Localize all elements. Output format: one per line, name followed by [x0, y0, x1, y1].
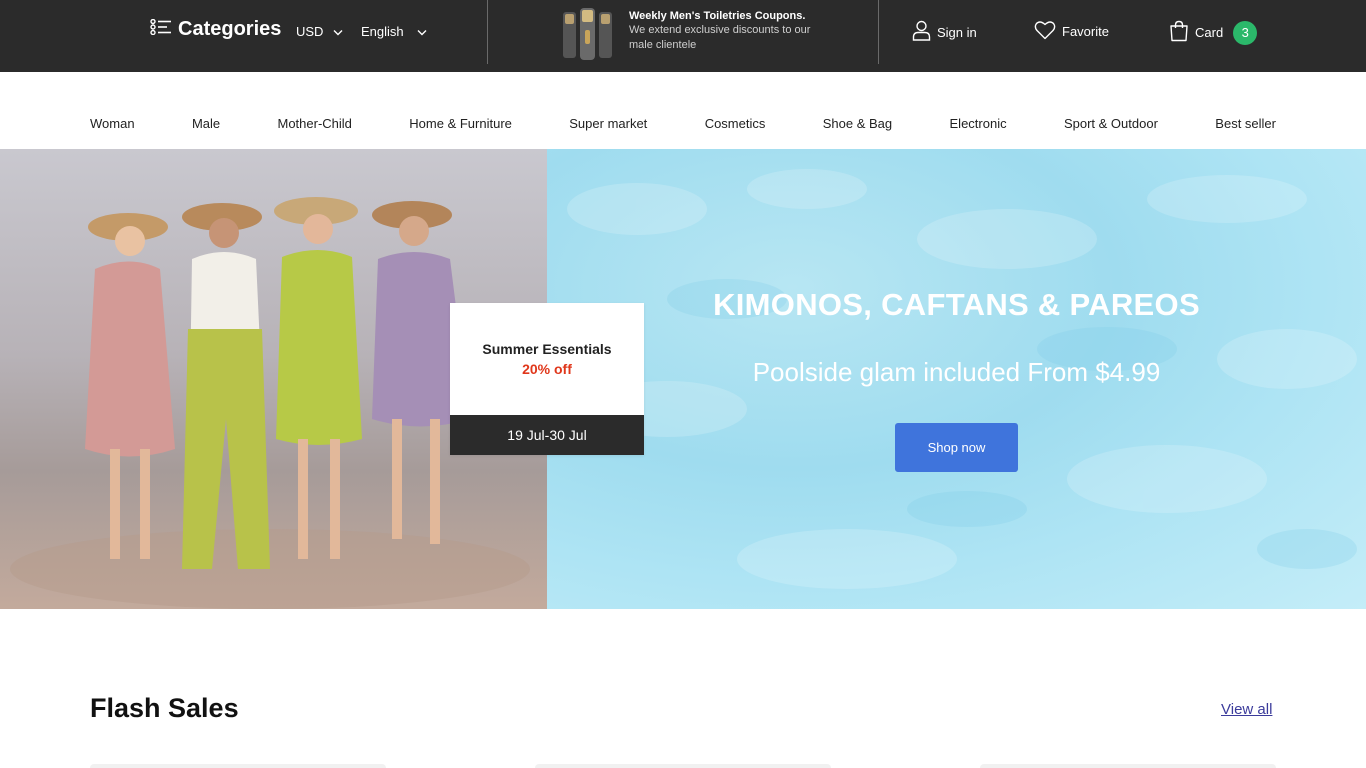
nav-item-best-seller[interactable]: Best seller: [1215, 116, 1276, 131]
cart-count-badge: 3: [1233, 20, 1258, 45]
chevron-down-icon: [417, 24, 427, 39]
favorite-label: Favorite: [1062, 24, 1109, 39]
sign-in-button[interactable]: Sign in: [912, 20, 977, 44]
divider: [878, 0, 879, 64]
nav-item-home-furniture[interactable]: Home & Furniture: [409, 116, 512, 131]
nav-item-super-market[interactable]: Super market: [569, 116, 647, 131]
categories-icon: [150, 18, 172, 40]
divider: [487, 0, 488, 64]
card-dates: 19 Jul-30 Jul: [450, 415, 644, 455]
user-icon: [912, 20, 931, 44]
language-value: English: [361, 24, 404, 39]
nav-item-electronic[interactable]: Electronic: [950, 116, 1007, 131]
promo-text: We extend exclusive discounts to our mal…: [629, 24, 811, 51]
categories-label: Categories: [178, 18, 282, 40]
nav-item-woman[interactable]: Woman: [90, 116, 135, 131]
cart-label: Card: [1195, 25, 1224, 40]
product-card[interactable]: [535, 764, 831, 768]
chevron-down-icon: [333, 24, 343, 39]
product-card[interactable]: [980, 764, 1276, 768]
category-nav: Woman Male Mother-Child Home & Furniture…: [90, 116, 1276, 131]
nav-item-cosmetics[interactable]: Cosmetics: [705, 116, 766, 131]
nav-item-sport-outdoor[interactable]: Sport & Outdoor: [1064, 116, 1158, 131]
top-bar: Categories USD English Weekly Men's Toil…: [0, 0, 1366, 72]
promo-banner[interactable]: Weekly Men's Toiletries Coupons. We exte…: [560, 6, 814, 62]
card-title: Summer Essentials: [482, 341, 612, 357]
nav-item-shoe-bag[interactable]: Shoe & Bag: [823, 116, 892, 131]
currency-select[interactable]: USD: [296, 24, 343, 39]
nav-item-male[interactable]: Male: [192, 116, 220, 131]
shop-now-button[interactable]: Shop now: [895, 423, 1018, 472]
heart-icon: [1034, 20, 1056, 43]
nav-item-mother-child[interactable]: Mother-Child: [278, 116, 352, 131]
product-card[interactable]: [90, 764, 386, 768]
categories-button[interactable]: Categories: [150, 18, 281, 41]
currency-value: USD: [296, 24, 324, 39]
favorite-button[interactable]: Favorite: [1034, 20, 1109, 43]
view-all-link[interactable]: View all: [1221, 701, 1272, 718]
flash-sales-title: Flash Sales: [90, 693, 239, 723]
shopping-bag-icon: [1169, 20, 1189, 45]
shaver-product-image: [560, 6, 615, 62]
sign-in-label: Sign in: [937, 24, 977, 40]
promo-title: Weekly Men's Toiletries Coupons.: [629, 10, 806, 22]
cart-button[interactable]: Card 3: [1169, 20, 1258, 45]
hero-subtitle: Poolside glam included From $4.99: [752, 357, 1161, 387]
language-select[interactable]: English: [361, 24, 427, 39]
hero-title: KIMONOS, CAFTANS & PAREOS: [713, 287, 1200, 322]
